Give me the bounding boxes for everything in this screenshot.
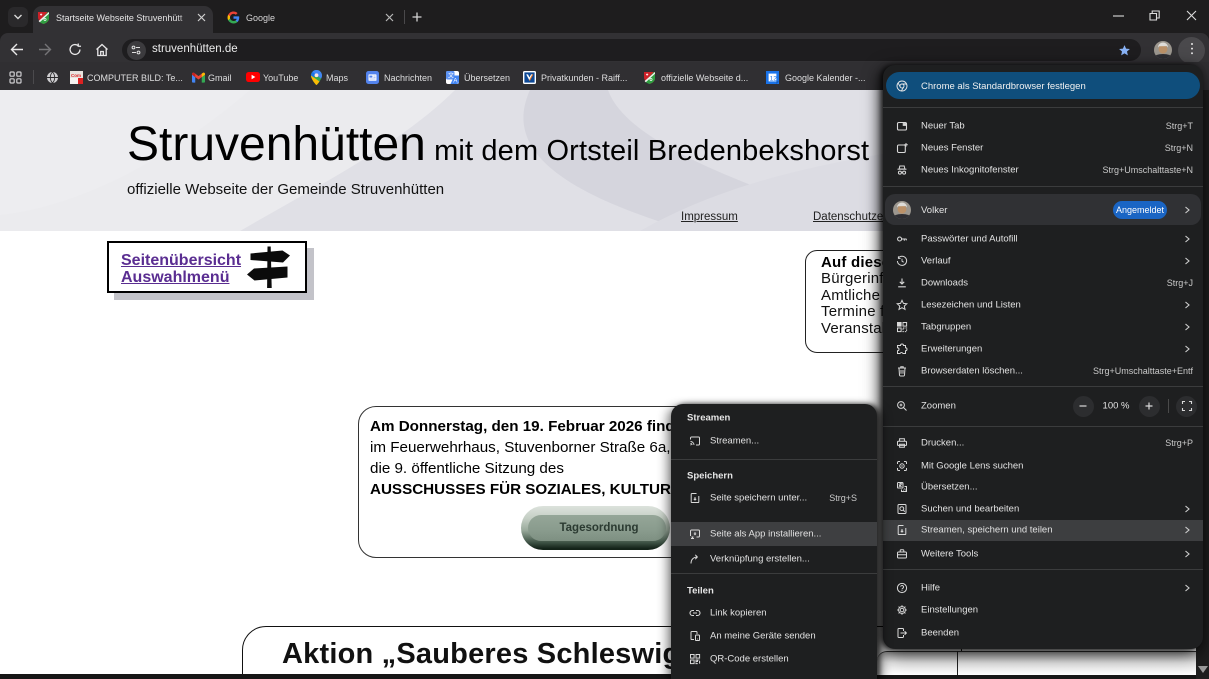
svg-text:12: 12: [770, 75, 778, 82]
svg-text:A: A: [453, 77, 458, 84]
svg-text:Com: Com: [71, 73, 81, 78]
